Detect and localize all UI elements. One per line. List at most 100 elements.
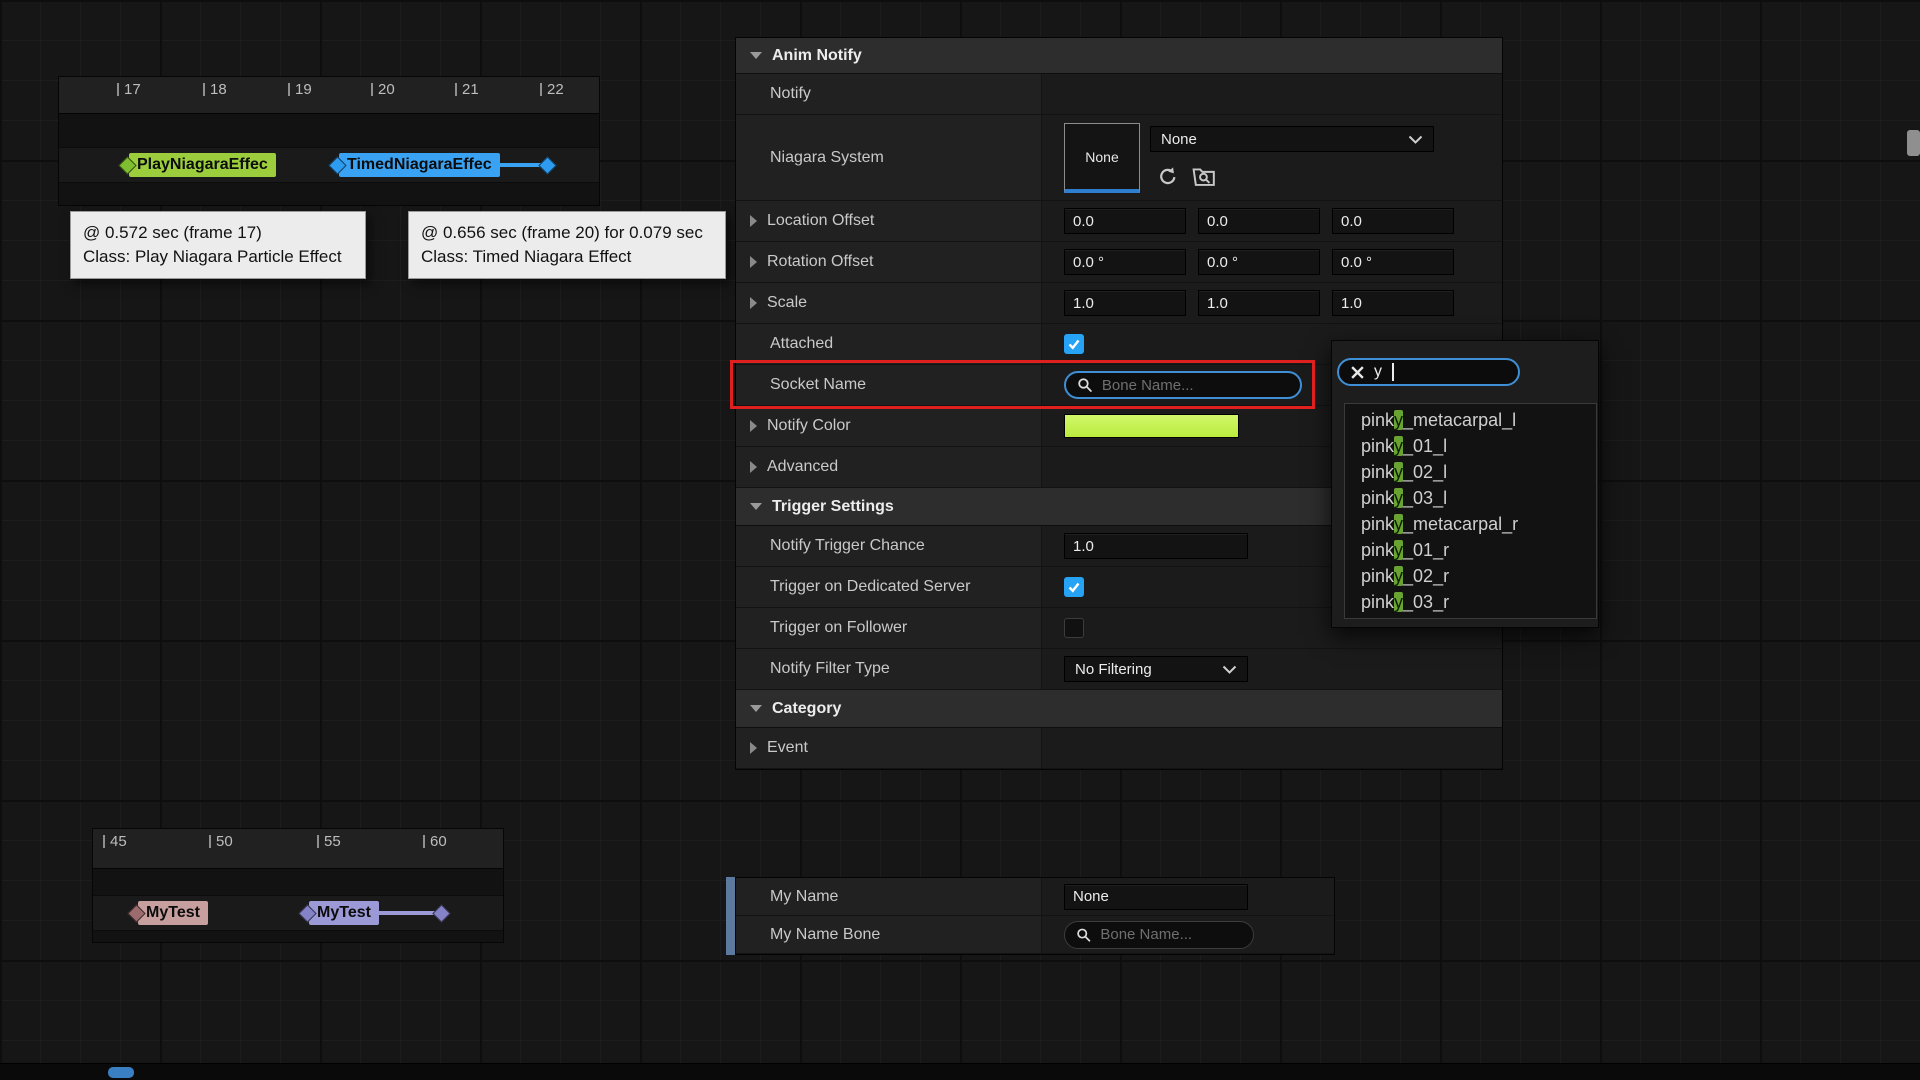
row-label: My Name Bone <box>770 926 880 944</box>
notify-duration-bar[interactable] <box>376 911 435 915</box>
asset-thumbnail[interactable]: None <box>1064 123 1140 193</box>
notify-diamond-icon[interactable] <box>538 156 556 174</box>
bone-option[interactable]: pinky_02_l <box>1345 459 1596 485</box>
frame-label: 17 <box>124 83 141 96</box>
notify-marker-label[interactable]: MyTest <box>138 901 208 925</box>
frame-label: 18 <box>210 83 227 96</box>
notify-marker-label[interactable]: TimedNiagaraEffec <box>339 153 500 177</box>
expand-arrow-icon[interactable] <box>750 215 757 227</box>
horizontal-scrollbar[interactable] <box>0 1063 1920 1080</box>
row-label: My Name <box>770 888 838 906</box>
row-notify: Notify <box>736 74 1502 115</box>
notify-marker-timed-niagara[interactable]: TimedNiagaraEffec <box>331 152 554 178</box>
row-label: Scale <box>767 294 807 312</box>
bone-option[interactable]: pinky_02_r <box>1345 563 1596 589</box>
bone-option[interactable]: pinky_01_l <box>1345 433 1596 459</box>
rotation-z-field[interactable] <box>1332 249 1454 275</box>
bone-option[interactable]: pinky_03_r <box>1345 589 1596 615</box>
match-highlight: y <box>1394 592 1403 612</box>
row-rotation-offset: Rotation Offset <box>736 242 1502 283</box>
scale-y-field[interactable] <box>1198 290 1320 316</box>
tick-mark <box>103 835 105 848</box>
notify-filter-dropdown[interactable]: No Filtering <box>1064 656 1248 682</box>
section-title: Category <box>772 700 841 718</box>
tooltip-time: @ 0.572 sec (frame 17) <box>83 221 353 245</box>
my-name-bone-search-field[interactable] <box>1064 921 1254 949</box>
frame-label: 55 <box>324 835 341 848</box>
bone-search-field[interactable]: y <box>1337 358 1520 386</box>
notify-diamond-icon[interactable] <box>432 904 450 922</box>
notify-track-panel-bottom: 45 50 55 60 MyTest MyTest <box>92 828 504 943</box>
frame-ruler-bottom: 45 50 55 60 <box>93 829 503 869</box>
match-highlight: y <box>1394 462 1403 482</box>
notify-marker-label[interactable]: PlayNiagaraEffec <box>129 153 276 177</box>
collapse-arrow-icon[interactable] <box>750 503 762 510</box>
horizontal-scrollbar-thumb[interactable] <box>108 1067 134 1078</box>
tick-mark <box>209 835 211 848</box>
dedicated-server-checkbox[interactable] <box>1064 577 1084 597</box>
row-label: Trigger on Dedicated Server <box>770 578 970 596</box>
bone-option[interactable]: pinky_03_l <box>1345 485 1596 511</box>
my-name-bone-input[interactable] <box>1100 926 1242 943</box>
notify-track: MyTest MyTest <box>93 869 503 942</box>
scale-z-field[interactable] <box>1332 290 1454 316</box>
expand-arrow-icon[interactable] <box>750 742 757 754</box>
row-label: Notify Filter Type <box>770 660 890 678</box>
trigger-chance-field[interactable] <box>1064 533 1248 559</box>
magnifier-icon <box>1077 376 1093 394</box>
tick-mark <box>117 83 119 96</box>
socket-name-search-field[interactable] <box>1064 371 1302 399</box>
rotation-y-field[interactable] <box>1198 249 1320 275</box>
section-header-category[interactable]: Category <box>736 690 1502 728</box>
expand-arrow-icon[interactable] <box>750 256 757 268</box>
match-highlight: y <box>1394 488 1403 508</box>
notify-marker-mytest-2[interactable]: MyTest <box>301 900 448 926</box>
tick-mark <box>203 83 205 96</box>
notify-duration-bar[interactable] <box>497 163 541 167</box>
tooltip-time: @ 0.656 sec (frame 20) for 0.079 sec <box>421 221 713 245</box>
section-title: Trigger Settings <box>772 498 894 516</box>
vertical-scrollbar-thumb[interactable] <box>1907 130 1920 156</box>
dropdown-value: None <box>1161 131 1197 148</box>
use-selected-asset-button[interactable] <box>1154 163 1182 189</box>
rotation-x-field[interactable] <box>1064 249 1186 275</box>
notify-color-swatch[interactable] <box>1064 414 1239 438</box>
expand-arrow-icon[interactable] <box>750 461 757 473</box>
clear-icon[interactable] <box>1350 365 1365 380</box>
tick-mark <box>455 83 457 96</box>
socket-name-input[interactable] <box>1102 377 1289 394</box>
notify-marker-label[interactable]: MyTest <box>309 901 379 925</box>
attached-checkbox[interactable] <box>1064 334 1084 354</box>
notify-tooltip-timed: @ 0.656 sec (frame 20) for 0.079 sec Cla… <box>408 211 726 279</box>
collapse-arrow-icon[interactable] <box>750 52 762 59</box>
follower-checkbox[interactable] <box>1064 618 1084 638</box>
row-scale: Scale <box>736 283 1502 324</box>
location-y-field[interactable] <box>1198 208 1320 234</box>
notify-marker-mytest-1[interactable]: MyTest <box>130 900 208 926</box>
bone-option[interactable]: pinky_01_r <box>1345 537 1596 563</box>
location-z-field[interactable] <box>1332 208 1454 234</box>
collapse-arrow-icon[interactable] <box>750 705 762 712</box>
row-label: Rotation Offset <box>767 253 873 271</box>
check-icon <box>1067 580 1081 594</box>
expand-arrow-icon[interactable] <box>750 420 757 432</box>
scale-x-field[interactable] <box>1064 290 1186 316</box>
notify-tooltip-play: @ 0.572 sec (frame 17) Class: Play Niaga… <box>70 211 366 279</box>
row-niagara-system: Niagara System None None <box>736 115 1502 201</box>
chevron-down-icon <box>1408 135 1423 144</box>
match-highlight: y <box>1394 566 1403 586</box>
frame-label: 22 <box>547 83 564 96</box>
row-label: Socket Name <box>770 376 866 394</box>
niagara-system-dropdown[interactable]: None <box>1150 126 1434 152</box>
my-name-field[interactable] <box>1064 884 1248 910</box>
expand-arrow-icon[interactable] <box>750 297 757 309</box>
location-x-field[interactable] <box>1064 208 1186 234</box>
notify-marker-play-niagara[interactable]: PlayNiagaraEffec <box>121 152 276 178</box>
bone-option[interactable]: pinky_metacarpal_r <box>1345 511 1596 537</box>
bone-option[interactable]: pinky_metacarpal_l <box>1345 407 1596 433</box>
match-highlight: y <box>1394 514 1403 534</box>
section-header-anim-notify[interactable]: Anim Notify <box>736 38 1502 74</box>
text-caret <box>1392 363 1394 381</box>
frame-label: 20 <box>378 83 395 96</box>
browse-asset-button[interactable] <box>1190 163 1218 189</box>
